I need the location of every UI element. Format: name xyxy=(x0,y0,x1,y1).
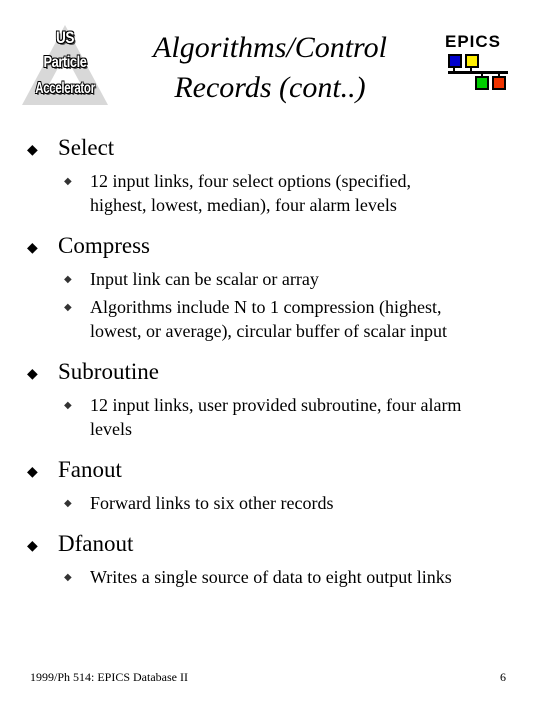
sub-bullet-line: highest, lowest, median), four alarm lev… xyxy=(90,195,397,215)
title-line-2: Records (cont..) xyxy=(174,71,366,104)
bullet-diamond-icon: ◆ xyxy=(27,143,38,158)
logo-text-accelerator: Accelerator xyxy=(35,80,95,97)
bullet-item: Compress xyxy=(58,233,150,258)
bullet-item: Fanout xyxy=(58,457,122,482)
sub-bullet-item: Input link can be scalar or array xyxy=(90,267,510,291)
network-icon xyxy=(448,54,508,90)
sub-bullet-diamond-icon: ◆ xyxy=(64,498,72,509)
bullet-diamond-icon: ◆ xyxy=(27,465,38,480)
sub-bullet-line: Writes a single source of data to eight … xyxy=(90,567,452,587)
bullet-item: Select xyxy=(58,135,115,160)
sub-bullet-line: Forward links to six other records xyxy=(90,493,334,513)
bullet-diamond-icon: ◆ xyxy=(27,367,38,382)
sub-bullet-line: lowest, or average), circular buffer of … xyxy=(90,321,448,341)
page-number: 6 xyxy=(500,670,506,684)
sub-bullet-diamond-icon: ◆ xyxy=(64,572,72,583)
sub-bullet-line: levels xyxy=(90,419,132,439)
epics-square-red xyxy=(494,78,504,88)
sub-bullet-line: 12 input links, four select options (spe… xyxy=(90,171,411,191)
sub-bullet-line: 12 input links, user provided subroutine… xyxy=(90,395,462,415)
sub-bullet-line: Input link can be scalar or array xyxy=(90,269,319,289)
sub-bullet-item: Writes a single source of data to eight … xyxy=(90,565,510,589)
epics-square-yellow xyxy=(467,56,477,66)
footer-course: 1999/Ph 514: EPICS Database II xyxy=(30,670,188,684)
logo-text-us: US xyxy=(55,28,75,47)
logo-text-particle: Particle xyxy=(43,54,87,71)
sub-bullet-item: Algorithms include N to 1 compression (h… xyxy=(90,295,510,343)
epics-label: EPICS xyxy=(445,32,502,51)
bullet-diamond-icon: ◆ xyxy=(27,241,38,256)
slide-title: Algorithms/Control Records (cont..) xyxy=(130,28,410,108)
sub-bullet-item: Forward links to six other records xyxy=(90,491,510,515)
sub-bullet-item: 12 input links, four select options (spe… xyxy=(90,169,510,217)
sub-bullet-diamond-icon: ◆ xyxy=(64,274,72,285)
sub-bullet-item: 12 input links, user provided subroutine… xyxy=(90,393,510,441)
epics-logo: EPICS xyxy=(445,32,515,97)
sub-bullet-line: Algorithms include N to 1 compression (h… xyxy=(90,297,442,317)
epics-square-blue xyxy=(450,56,460,66)
sub-bullet-diamond-icon: ◆ xyxy=(64,400,72,411)
bullet-item: Dfanout xyxy=(58,531,134,556)
bullet-item: Subroutine xyxy=(58,359,159,384)
sub-bullet-diamond-icon: ◆ xyxy=(64,302,72,313)
bullet-diamond-icon: ◆ xyxy=(27,539,38,554)
title-line-1: Algorithms/Control xyxy=(153,31,387,64)
sub-bullet-diamond-icon: ◆ xyxy=(64,176,72,187)
epics-square-green xyxy=(477,78,487,88)
us-particle-accelerator-logo: US Particle Accelerator xyxy=(20,20,110,110)
